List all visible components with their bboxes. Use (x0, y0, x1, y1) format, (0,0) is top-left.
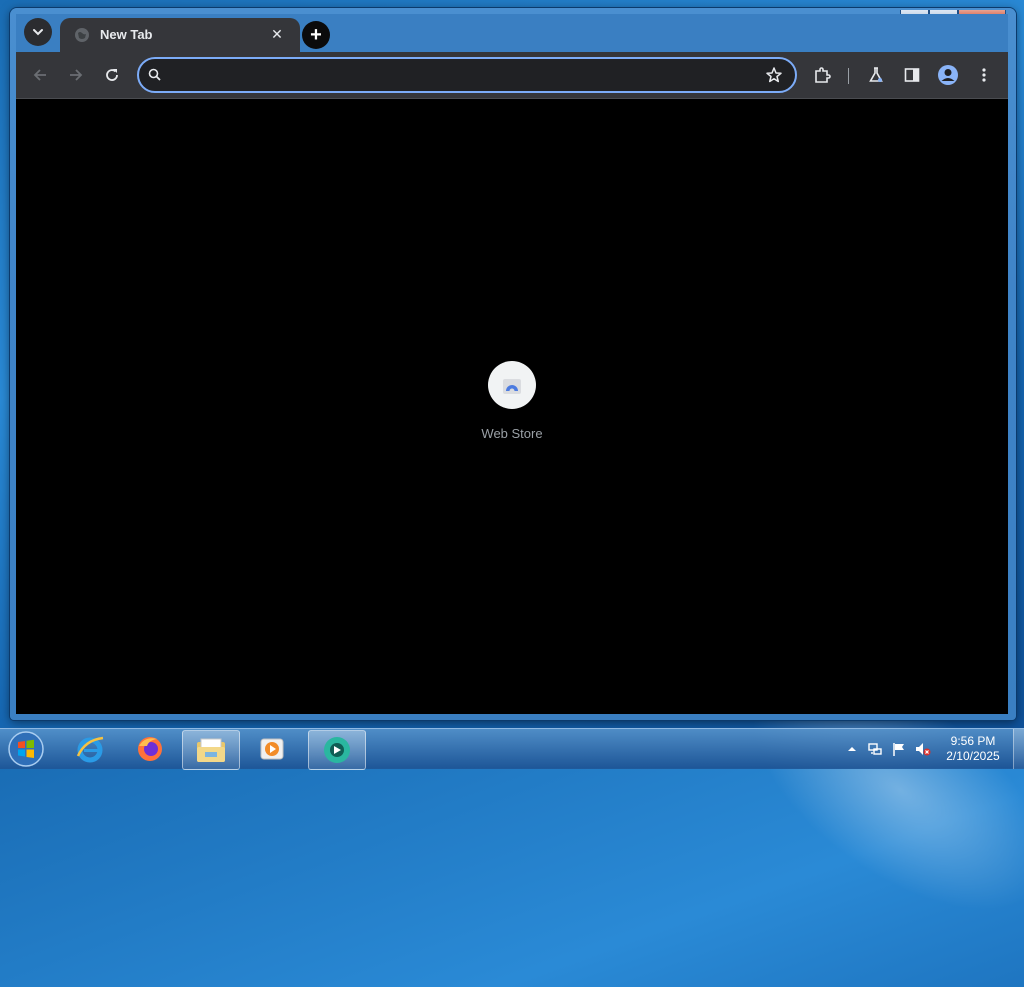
tab-search-button[interactable] (24, 18, 52, 46)
profile-icon (938, 65, 958, 85)
side-panel-button[interactable] (898, 61, 926, 89)
reload-icon (106, 69, 118, 81)
menu-button[interactable] (970, 61, 998, 89)
extensions-icon (815, 67, 831, 83)
browser-window: — □ ✕ New Tab ✕ + (10, 8, 1016, 720)
file-explorer-icon (197, 738, 225, 762)
extensions-button[interactable] (808, 61, 836, 89)
taskbar-file-explorer[interactable] (182, 730, 240, 770)
taskbar-media-player[interactable] (244, 730, 300, 768)
volume-muted-icon (916, 743, 931, 756)
back-button[interactable] (26, 61, 54, 89)
media-player-icon (260, 738, 284, 760)
web-store-icon (503, 379, 521, 394)
shortcut-tile[interactable] (488, 361, 536, 409)
firefox-icon (138, 737, 162, 761)
network-icon (868, 743, 882, 755)
show-desktop-button[interactable] (1013, 729, 1024, 769)
globe-icon (75, 28, 89, 42)
chevron-down-icon (33, 29, 43, 36)
show-hidden-icons-button[interactable] (844, 741, 860, 757)
volume-tray-button[interactable] (915, 741, 931, 757)
taskbar-chrome-window[interactable] (308, 730, 366, 770)
bookmark-button[interactable] (763, 64, 785, 86)
new-tab-button[interactable]: + (302, 21, 330, 49)
browser-frame: New Tab ✕ + Web Store (16, 14, 1008, 714)
action-center-flag-icon (893, 743, 904, 756)
tab-new-tab[interactable]: New Tab ✕ (60, 18, 300, 52)
bookmark-star-icon (766, 67, 782, 83)
menu-icon (982, 68, 986, 82)
network-tray-button[interactable] (867, 741, 883, 757)
back-icon (33, 69, 46, 81)
shortcut-web-store[interactable]: Web Store (472, 361, 552, 451)
labs-button[interactable] (862, 61, 890, 89)
forward-icon (70, 69, 83, 81)
show-hidden-icons-arrow (848, 747, 856, 751)
internet-explorer-icon (76, 736, 104, 763)
tab-close-icon[interactable]: ✕ (268, 25, 286, 43)
labs-flask-icon (869, 67, 883, 82)
side-panel-icon (904, 68, 920, 82)
action-center-tray-button[interactable] (891, 741, 907, 757)
search-icon (148, 68, 161, 81)
address-bar[interactable] (137, 57, 797, 93)
start-button[interactable] (6, 730, 46, 768)
clock-date: 2/10/2025 (946, 749, 1000, 763)
address-input[interactable] (171, 64, 755, 88)
taskbar-firefox[interactable] (122, 730, 178, 768)
profile-button[interactable] (934, 61, 962, 89)
forward-button[interactable] (62, 61, 90, 89)
clock-time: 9:56 PM (950, 734, 996, 748)
toolbar-separator (848, 68, 849, 84)
browser-toolbar (16, 52, 1008, 99)
chrome-app-icon (324, 737, 350, 763)
tab-strip: New Tab ✕ + (16, 14, 1008, 52)
reload-button[interactable] (98, 61, 126, 89)
tab-title: New Tab (100, 27, 153, 42)
taskbar-internet-explorer[interactable] (62, 730, 118, 768)
new-tab-page: Web Store (16, 99, 1008, 714)
system-clock[interactable]: 9:56 PM 2/10/2025 (938, 734, 1008, 764)
windows-start-orb-icon (8, 731, 44, 767)
taskbar: 9:56 PM 2/10/2025 (0, 728, 1024, 770)
shortcut-label: Web Store (481, 426, 543, 441)
